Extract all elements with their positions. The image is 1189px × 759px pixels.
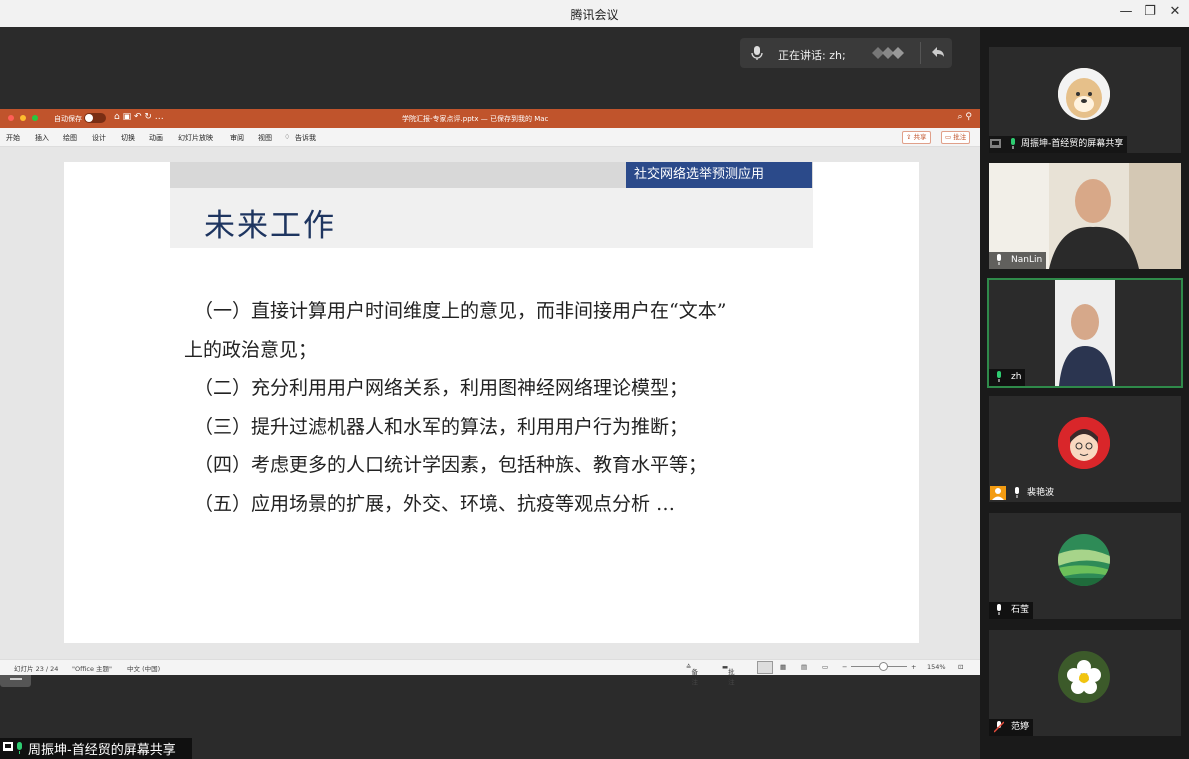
microphone-icon <box>751 46 763 60</box>
search-icon[interactable]: ⌕ ⚲ <box>958 112 973 122</box>
slide-canvas: 社交网络选举预测应用 未来工作 （一）直接计算用户时间维度上的意见，而非间接用户… <box>0 147 980 687</box>
list-item: （一）直接计算用户时间维度上的意见，而非间接用户在“文本” <box>194 300 727 322</box>
flower-avatar <box>1058 651 1110 703</box>
language-label[interactable]: 中文 (中国) <box>127 663 160 673</box>
screen-share-label: 周振坤-首经贸的屏幕共享 <box>28 743 176 758</box>
zoom-level: 154% <box>927 663 946 671</box>
theme-name: "Office 主题" <box>72 665 113 673</box>
participant-panel: 周振坤-首经贸的屏幕共享 NanLin zh 裴艳波 石莹 范婷 <box>980 27 1189 759</box>
minimize-button[interactable]: — <box>1116 4 1136 22</box>
mac-zoom-icon[interactable] <box>32 115 38 121</box>
comments-button[interactable]: ▬ 批注 <box>722 663 735 686</box>
share-button[interactable]: ⇪ 共享 <box>902 131 931 144</box>
participant-tile[interactable]: zh <box>987 278 1183 388</box>
powerpoint-window: 自动保存 ⌂ ▣ ↶ ↻ … 学院汇报-专家点评.pptx — 已保存到我的 M… <box>0 109 980 687</box>
restore-button[interactable]: ❐ <box>1140 4 1160 22</box>
microphone-on-icon <box>997 371 1001 382</box>
app-title: 腾讯会议 <box>570 8 619 22</box>
participant-name: 裴艳波 <box>1027 488 1055 498</box>
screen-share-label-bar: 周振坤-首经贸的屏幕共享 <box>0 738 192 759</box>
reading-view-icon[interactable]: ▤ <box>801 663 807 671</box>
divider <box>920 42 921 64</box>
slide-body: （一）直接计算用户时间维度上的意见，而非间接用户在“文本” 上的政治意见； （二… <box>184 292 814 523</box>
slide-tag: 社交网络选举预测应用 <box>626 162 812 188</box>
list-item: （三）提升过滤机器人和水军的算法，利用用户行为推断； <box>194 415 689 438</box>
tab-slideshow[interactable]: 幻灯片放映 <box>178 133 213 143</box>
tab-transitions[interactable]: 切换 <box>121 133 135 143</box>
participant-tile[interactable]: NanLin <box>989 163 1181 269</box>
comment-button[interactable]: ▭ 批注 <box>941 131 971 144</box>
participant-tile[interactable]: 周振坤-首经贸的屏幕共享 <box>989 47 1181 153</box>
reply-arrow-icon[interactable] <box>930 44 946 60</box>
ribbon-tabs: 开始 插入 绘图 设计 切换 动画 幻灯片放映 审阅 视图 ♢ 告诉我 ⇪ 共享… <box>0 128 980 147</box>
speaking-indicator: 正在讲话: zh; <box>740 38 952 68</box>
lightbulb-icon: ♢ <box>284 133 291 141</box>
microphone-muted-icon <box>994 721 1004 733</box>
cartoon-avatar <box>1058 417 1110 469</box>
comments-label: 批注 <box>728 668 735 686</box>
slide-sorter-icon[interactable]: ▦ <box>780 663 786 671</box>
window-titlebar: 腾讯会议 — ❐ ✕ <box>0 0 1189 27</box>
participant-tile[interactable]: 裴艳波 <box>989 396 1181 502</box>
screen-share-icon <box>3 742 22 754</box>
slide: 社交网络选举预测应用 未来工作 （一）直接计算用户时间维度上的意见，而非间接用户… <box>64 162 919 643</box>
notes-label: 备注 <box>691 668 698 686</box>
close-button[interactable]: ✕ <box>1165 4 1185 22</box>
autosave-toggle[interactable] <box>84 113 106 123</box>
quick-access-icons[interactable]: ⌂ ▣ ↶ ↻ … <box>114 112 164 122</box>
tab-review[interactable]: 审阅 <box>230 133 244 143</box>
participant-tile[interactable]: 范婷 <box>989 630 1181 736</box>
document-title: 学院汇报-专家点评.pptx — 已保存到我的 Mac <box>402 115 549 123</box>
fit-slide-icon[interactable]: ⊡ <box>958 663 963 671</box>
list-item: 上的政治意见； <box>184 338 318 361</box>
tab-view[interactable]: 视图 <box>258 133 272 143</box>
participant-tile[interactable]: 石莹 <box>989 513 1181 619</box>
slide-title: 未来工作 <box>204 208 336 244</box>
tab-animations[interactable]: 动画 <box>149 133 163 143</box>
status-bar: 幻灯片 23 / 24 "Office 主题" 中文 (中国) ≙ 备注 ▬ 批… <box>0 659 980 686</box>
dog-avatar <box>1058 68 1110 120</box>
slide-counter: 幻灯片 23 / 24 <box>14 665 59 673</box>
mac-minimize-icon[interactable] <box>20 115 26 121</box>
slideshow-icon[interactable]: ▭ <box>822 663 828 671</box>
mac-close-icon[interactable] <box>8 115 14 121</box>
microphone-icon <box>997 604 1001 615</box>
speaker-avatars-icon <box>872 47 904 59</box>
tell-me-search[interactable]: 告诉我 <box>295 133 316 143</box>
powerpoint-titlebar: 自动保存 ⌂ ▣ ↶ ↻ … 学院汇报-专家点评.pptx — 已保存到我的 M… <box>0 109 980 128</box>
zoom-slider-handle[interactable] <box>879 662 888 671</box>
zoom-in-icon[interactable]: + <box>911 663 916 671</box>
microphone-icon <box>1015 487 1019 498</box>
notes-button[interactable]: ≙ 备注 <box>686 663 698 686</box>
landscape-avatar <box>1058 534 1110 586</box>
tab-home[interactable]: 开始 <box>6 133 20 143</box>
tab-design[interactable]: 设计 <box>92 133 106 143</box>
tab-draw[interactable]: 绘图 <box>63 133 77 143</box>
list-item: （五）应用场景的扩展，外交、环境、抗疫等观点分析 … <box>194 492 676 515</box>
microphone-on-icon <box>1011 138 1015 149</box>
autosave-label: 自动保存 <box>54 115 82 123</box>
normal-view-icon[interactable] <box>757 661 773 674</box>
list-item: （二）充分利用用户网络关系，利用图神经网络理论模型； <box>194 377 689 399</box>
comment-button-label: 批注 <box>953 133 967 141</box>
list-item: （四）考虑更多的人口统计学因素，包括种族、教育水平等； <box>194 454 708 476</box>
share-button-label: 共享 <box>913 133 927 141</box>
microphone-icon <box>997 254 1001 265</box>
speaking-label: 正在讲话: zh; <box>778 49 846 62</box>
zoom-out-icon[interactable]: − <box>842 663 847 671</box>
tab-insert[interactable]: 插入 <box>35 133 49 143</box>
